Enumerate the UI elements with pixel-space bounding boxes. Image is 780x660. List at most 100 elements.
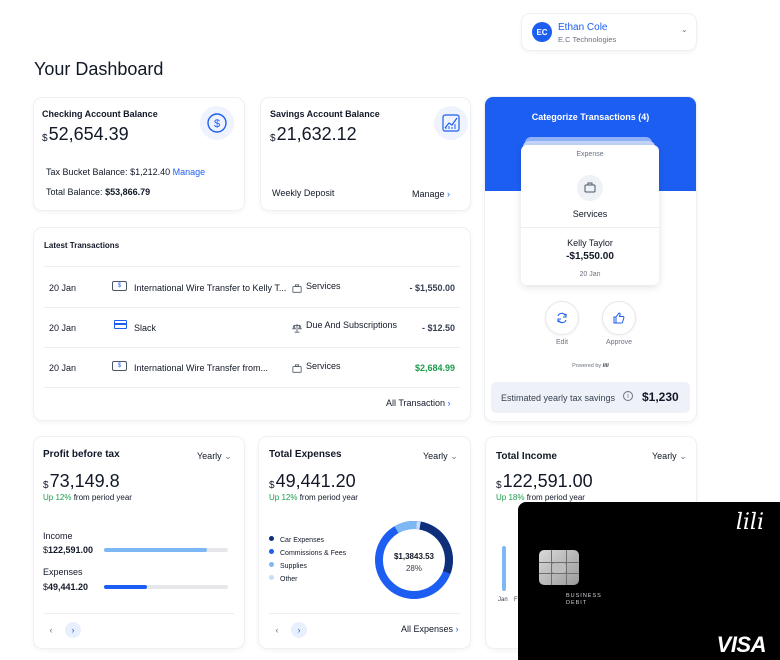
chevron-down-icon: ⌄	[679, 451, 687, 461]
manage-tax-link[interactable]: Manage	[173, 167, 206, 177]
profit-amount: $73,149.8	[43, 471, 120, 491]
income-bar-fill	[104, 548, 207, 552]
table-row[interactable]: 20 Jan $ International Wire Transfer fro…	[34, 347, 470, 387]
categorize-card: Categorize Transactions (4) Expense Serv…	[485, 97, 696, 421]
row-description: International Wire Transfer from...	[134, 363, 269, 373]
income-amount: $122,591.00	[496, 471, 593, 491]
category-label: Services	[572, 209, 608, 219]
legend-item: Car Expenses	[269, 534, 346, 547]
briefcase-icon	[577, 175, 603, 201]
chevron-right-icon[interactable]: ›	[291, 622, 307, 638]
row-category: Due And Subscriptions	[306, 320, 398, 330]
income-bar	[104, 548, 228, 552]
expenses-card: Total Expenses Yearly ⌄ $49,441.20 Up 12…	[259, 437, 470, 648]
divider	[44, 613, 234, 614]
savings-card: Savings Account Balance $21,632.12 Weekl…	[261, 98, 470, 210]
donut-segment	[419, 521, 453, 574]
income-value: $122,591.00	[43, 545, 94, 555]
savings-title: Savings Account Balance	[270, 109, 380, 119]
expenses-value: $49,441.20	[43, 582, 89, 592]
row-date: 20 Jan	[49, 363, 77, 373]
income-change: Up 18% from period year	[496, 493, 585, 502]
card-type: BUSINESS DEBIT	[566, 593, 602, 606]
divider	[521, 227, 659, 228]
info-icon[interactable]: i	[623, 391, 633, 401]
row-amount: $2,684.99	[414, 363, 455, 373]
chart-growth-icon	[434, 106, 468, 140]
expenses-label: Expenses	[43, 567, 83, 577]
row-amount: - $12.50	[421, 323, 455, 333]
expenses-bar	[104, 585, 228, 589]
chevron-down-icon: ⌄	[224, 451, 232, 461]
svg-text:$: $	[214, 118, 220, 130]
income-chart-bar	[502, 546, 506, 591]
chevron-down-icon: ⌄	[681, 25, 688, 34]
divider	[44, 387, 460, 388]
income-axis-label: Jan	[498, 597, 508, 603]
tax-bucket: Tax Bucket Balance: $1,212.40 Manage	[46, 167, 206, 177]
row-date: 20 Jan	[49, 283, 77, 293]
tax-savings-box: Estimated yearly tax savings i $1,230	[491, 382, 690, 413]
chevron-left-icon[interactable]: ‹	[269, 622, 285, 638]
dollar-icon: $	[200, 106, 234, 140]
pager: ‹ ›	[269, 622, 307, 638]
all-transactions-link[interactable]: All Transaction ›	[386, 398, 451, 408]
legend-item: Commissions & Fees	[269, 547, 346, 560]
categorize-title: Categorize Transactions (4)	[531, 112, 650, 122]
chevron-down-icon: ⌄	[450, 451, 458, 461]
donut-percent: 28%	[406, 564, 422, 573]
period-select[interactable]: Yearly ⌄	[423, 451, 458, 462]
payee-amount: -$1,550.00	[566, 251, 614, 262]
swap-icon	[557, 312, 567, 324]
table-row[interactable]: 20 Jan Slack Due And Subscriptions - $12…	[34, 307, 470, 347]
edit-button[interactable]	[545, 301, 579, 335]
row-description: International Wire Transfer to Kelly T..…	[134, 283, 287, 293]
expenses-amount: $49,441.20	[269, 471, 356, 491]
profit-card: Profit before tax Yearly ⌄ $73,149.8 Up …	[34, 437, 244, 648]
user-menu[interactable]: EC Ethan Cole E.C Technologies ⌄	[522, 14, 696, 50]
checking-card: Checking Account Balance $52,654.39 $ Ta…	[34, 98, 244, 210]
approve-button[interactable]	[602, 301, 636, 335]
expenses-donut: $1,3843.53 28%	[375, 521, 453, 599]
thumbs-up-icon	[613, 312, 625, 324]
payee-name: Kelly Taylor	[567, 238, 613, 248]
chevron-right-icon: ›	[455, 624, 459, 634]
checking-title: Checking Account Balance	[42, 109, 158, 119]
weekly-deposit-label: Weekly Deposit	[272, 188, 335, 198]
row-category: Services	[306, 281, 341, 291]
transactions-card: Latest Transactions 20 Jan $ Internation…	[34, 228, 470, 420]
period-select[interactable]: Yearly ⌄	[652, 451, 687, 462]
chevron-right-icon: ›	[447, 398, 451, 408]
expenses-change: Up 12% from period year	[269, 493, 358, 502]
chip-icon	[539, 550, 579, 585]
table-row[interactable]: 20 Jan $ International Wire Transfer to …	[34, 267, 470, 307]
donut-value: $1,3843.53	[394, 552, 435, 561]
approve-label: Approve	[605, 339, 633, 346]
tax-savings-value: $1,230	[642, 390, 679, 404]
chevron-right-icon[interactable]: ›	[65, 622, 81, 638]
avatar: EC	[532, 22, 552, 42]
all-expenses-link[interactable]: All Expenses ›	[401, 624, 459, 634]
transactions-title: Latest Transactions	[44, 241, 120, 250]
transaction-date: 20 Jan	[579, 271, 601, 278]
income-label: Income	[43, 531, 73, 541]
user-name: Ethan Cole	[558, 22, 608, 33]
row-date: 20 Jan	[49, 323, 77, 333]
savings-manage-link[interactable]: Manage ›	[412, 189, 450, 199]
expenses-title: Total Expenses	[269, 449, 342, 460]
money-transfer-icon: $	[112, 281, 127, 291]
pager: ‹ ›	[43, 622, 81, 638]
lili-logo: lili	[735, 510, 764, 535]
credit-card-icon	[114, 320, 127, 329]
transaction-card[interactable]: Expense Services Kelly Taylor -$1,550.00…	[521, 145, 659, 285]
expenses-bar-fill	[104, 585, 148, 589]
money-transfer-icon: $	[112, 361, 127, 371]
visa-logo: VISA	[716, 632, 767, 657]
legend-item: Supplies	[269, 560, 346, 573]
chevron-left-icon[interactable]: ‹	[43, 622, 59, 638]
divider	[269, 613, 460, 614]
edit-label: Edit	[555, 339, 569, 346]
expense-tag: Expense	[576, 151, 604, 158]
brand-logo: lili	[602, 363, 609, 369]
period-select[interactable]: Yearly ⌄	[197, 451, 232, 462]
